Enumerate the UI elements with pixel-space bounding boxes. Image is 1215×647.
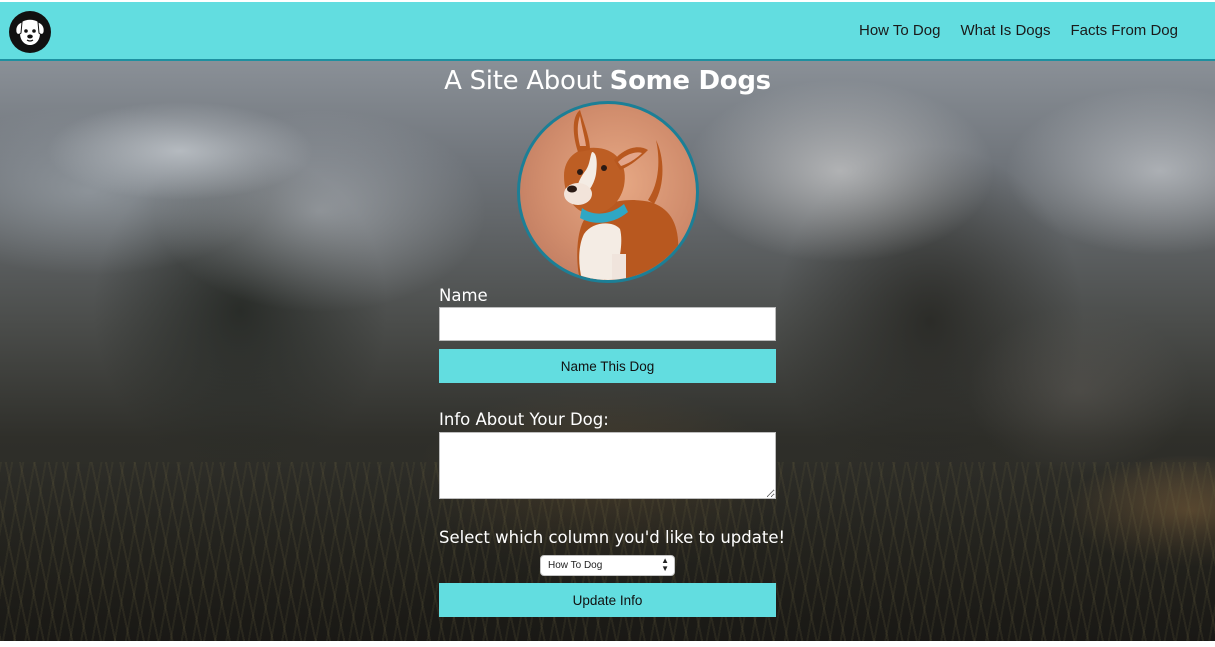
navbar: How To Dog What Is Dogs Facts From Dog [0, 2, 1215, 61]
dog-logo-icon[interactable] [9, 11, 51, 53]
name-this-dog-button[interactable]: Name This Dog [439, 349, 776, 383]
nav-links: How To Dog What Is Dogs Facts From Dog [859, 22, 1178, 39]
nav-link-how-to-dog[interactable]: How To Dog [859, 22, 940, 39]
page-title-prefix: A Site About [444, 66, 602, 96]
update-info-button[interactable]: Update Info [439, 583, 776, 617]
column-select-value: How To Dog [548, 560, 603, 571]
page-title: A Site About Some Dogs [0, 64, 1215, 98]
info-label: Info About Your Dog: [439, 410, 609, 429]
page-title-bold: Some Dogs [609, 66, 772, 96]
name-input[interactable] [439, 307, 776, 341]
select-arrows-icon: ▲ ▼ [661, 556, 669, 573]
name-label: Name [439, 286, 488, 305]
column-select[interactable]: How To Dog ▲ ▼ [540, 555, 675, 576]
dog-portrait-image [517, 101, 699, 283]
page: How To Dog What Is Dogs Facts From Dog A… [0, 2, 1215, 641]
column-select-label: Select which column you'd like to update… [439, 528, 786, 547]
nav-link-facts-from-dog[interactable]: Facts From Dog [1070, 22, 1178, 39]
nav-link-what-is-dogs[interactable]: What Is Dogs [960, 22, 1050, 39]
info-textarea[interactable] [439, 432, 776, 499]
